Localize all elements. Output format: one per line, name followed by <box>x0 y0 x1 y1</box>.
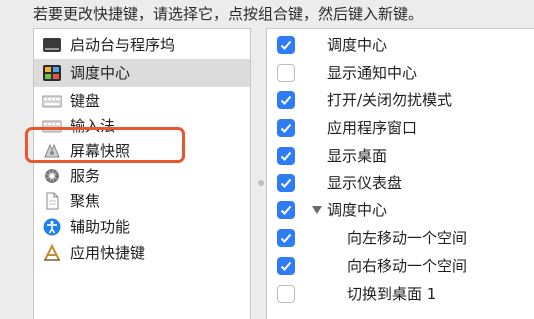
category-label: 辅助功能 <box>70 218 131 236</box>
gear-icon <box>42 167 62 185</box>
category-spotlight[interactable]: 聚焦 <box>34 187 250 215</box>
accessibility-icon <box>42 218 62 236</box>
shortcut-row[interactable]: 显示桌面 <box>267 143 534 170</box>
shortcut-checkbox[interactable] <box>277 174 295 192</box>
shortcut-row[interactable]: 显示通知中心 <box>267 60 534 87</box>
category-label: 键盘 <box>70 92 101 110</box>
category-services[interactable]: 服务 <box>34 162 250 190</box>
shortcut-label: 显示桌面 <box>327 147 388 165</box>
category-label: 聚焦 <box>70 192 101 210</box>
shortcut-label: 显示仪表盘 <box>327 174 403 192</box>
shortcut-label: 向左移动一个空间 <box>347 229 468 247</box>
category-launchpad-dock[interactable]: 启动台与程序坞 <box>34 31 250 59</box>
shortcut-checkbox[interactable] <box>277 91 295 109</box>
category-accessibility[interactable]: 辅助功能 <box>34 213 250 241</box>
shortcut-checkbox[interactable] <box>277 257 295 275</box>
shortcut-label: 显示通知中心 <box>327 64 418 82</box>
instruction-text: 若要更改快捷键，请选择它，点按组合键，然后键入新键。 <box>33 5 424 23</box>
category-label: 启动台与程序坞 <box>70 36 176 54</box>
shortcut-row[interactable]: 调度中心 <box>267 32 534 59</box>
shortcut-checkbox[interactable] <box>277 285 295 303</box>
category-list: 启动台与程序坞 调度中心 键盘 输入法 屏幕快照 服务 聚焦 辅助功能 应用快捷… <box>33 28 251 319</box>
launchpad-dock-icon <box>42 36 62 54</box>
shortcut-row[interactable]: 切换到桌面 1 <box>267 281 534 308</box>
shortcut-checkbox[interactable] <box>277 147 295 165</box>
app-shortcuts-icon <box>42 243 62 262</box>
category-label: 调度中心 <box>70 64 131 82</box>
keyboard-icon <box>41 92 63 110</box>
shortcut-row[interactable]: 向右移动一个空间 <box>267 253 534 280</box>
shortcut-label: 打开/关闭勿扰模式 <box>327 91 453 109</box>
shortcut-label: 调度中心 <box>327 201 388 219</box>
shortcut-row[interactable]: 向左移动一个空间 <box>267 225 534 252</box>
shortcut-label: 应用程序窗口 <box>327 119 418 137</box>
shortcut-checkbox[interactable] <box>277 36 295 54</box>
category-app-shortcuts[interactable]: 应用快捷键 <box>34 239 250 267</box>
shortcut-row[interactable]: 打开/关闭勿扰模式 <box>267 87 534 114</box>
shortcut-checkbox[interactable] <box>277 64 295 82</box>
category-label: 应用快捷键 <box>70 244 146 262</box>
shortcut-row[interactable]: 应用程序窗口 <box>267 115 534 142</box>
pane-splitter-handle[interactable] <box>258 180 264 186</box>
category-label: 服务 <box>70 167 101 185</box>
screenshot-highlight-annotation <box>25 127 185 163</box>
shortcut-list: 调度中心 显示通知中心 打开/关闭勿扰模式 应用程序窗口 显示桌面 显示仪表盘 <box>266 28 534 319</box>
shortcut-label: 向右移动一个空间 <box>347 257 468 275</box>
category-mission-control[interactable]: 调度中心 <box>34 59 250 87</box>
shortcut-group-row[interactable]: 调度中心 <box>267 197 534 224</box>
shortcut-row[interactable]: 显示仪表盘 <box>267 170 534 197</box>
shortcut-label: 调度中心 <box>327 36 388 54</box>
spotlight-doc-icon <box>42 192 62 210</box>
shortcut-checkbox[interactable] <box>277 119 295 137</box>
category-keyboard[interactable]: 键盘 <box>34 87 250 115</box>
disclosure-triangle-icon[interactable] <box>312 206 322 214</box>
shortcut-checkbox[interactable] <box>277 201 295 219</box>
shortcut-checkbox[interactable] <box>277 229 295 247</box>
shortcut-label: 切换到桌面 1 <box>347 285 437 303</box>
mission-control-icon <box>42 64 62 82</box>
